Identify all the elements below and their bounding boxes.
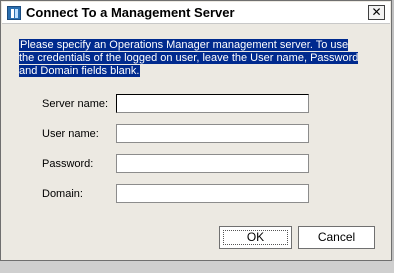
server-name-input[interactable] (116, 94, 309, 113)
domain-label: Domain: (42, 188, 83, 200)
user-name-input[interactable] (116, 124, 309, 143)
user-name-label: User name: (42, 128, 99, 140)
instructions-text: Please specify an Operations Manager man… (19, 39, 364, 78)
close-icon: ✕ (371, 5, 382, 19)
instructions-highlighted-text: Please specify an Operations Manager man… (19, 39, 359, 77)
cancel-button-label: Cancel (317, 230, 356, 244)
background-strip (0, 261, 394, 273)
close-button[interactable]: ✕ (368, 5, 385, 20)
operations-manager-app-icon (7, 6, 21, 20)
password-label: Password: (42, 158, 94, 170)
domain-input[interactable] (116, 184, 309, 203)
connect-dialog: Connect To a Management Server ✕ Please … (0, 0, 392, 261)
dialog-titlebar[interactable]: Connect To a Management Server ✕ (2, 2, 390, 24)
ok-button-label: OK (246, 230, 265, 244)
password-input[interactable] (116, 154, 309, 173)
server-name-label: Server name: (42, 98, 109, 110)
cancel-button[interactable]: Cancel (298, 226, 375, 249)
dialog-title: Connect To a Management Server (26, 5, 235, 20)
ok-button[interactable]: OK (219, 226, 292, 249)
